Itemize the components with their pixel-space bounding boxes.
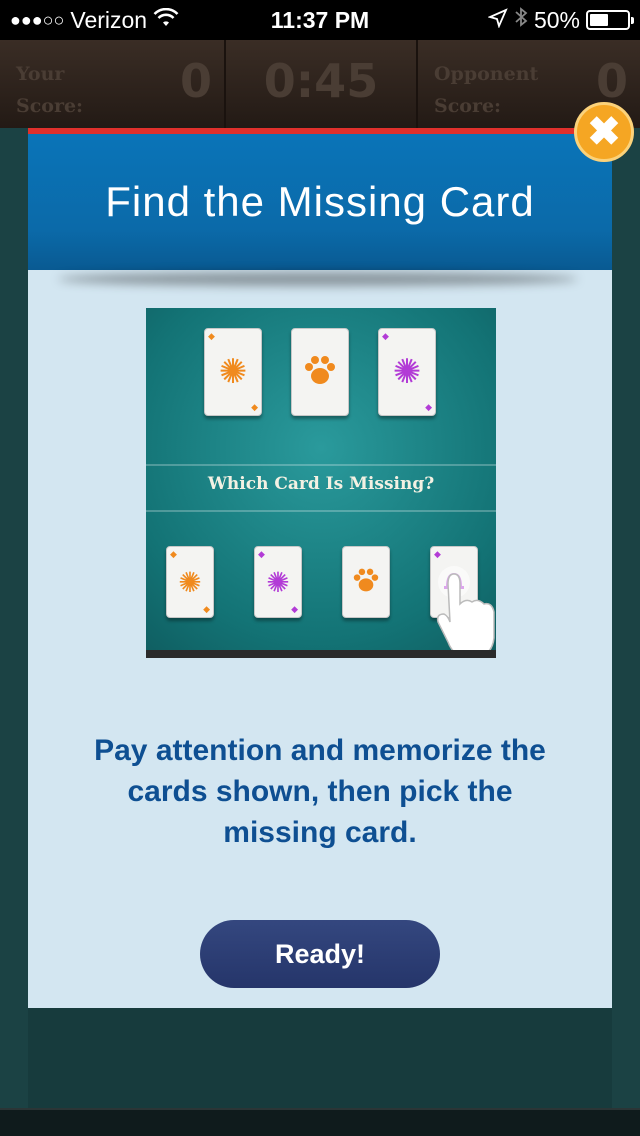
ready-button-label: Ready! [274,938,366,969]
close-icon[interactable]: ✖ [574,102,634,162]
bottom-card-purple-flower: ◆ ◆ ✺ [254,546,302,618]
status-bar: ●●●○○ Verizon 11:37 PM 50% [0,0,640,40]
flower-icon: ✺ [218,353,248,391]
flower-icon: ✺ [178,566,202,598]
opponent-score-value: 0 [595,54,628,108]
illustration-base [146,650,496,658]
bottom-card-orange-paw [342,546,390,618]
countdown-timer: 0:45 [263,54,379,108]
instructions-text: Pay attention and memorize the cards sho… [94,734,546,849]
your-score-panel: Your Score: 0 [0,40,226,128]
bottom-card-orange-flower: ◆ ◆ ✺ [166,546,214,618]
pointing-hand-icon [436,558,496,658]
opponent-score-label-line2: Score: [434,95,502,117]
paw-icon [303,354,337,391]
flower-icon: ✺ [392,353,422,391]
your-score-label-line2: Score: [16,95,84,117]
timer-panel: 0:45 [226,40,418,128]
instructions-modal: Find the Missing Card ◆ ◆ ✺ ◆ ◆ ✺ Which Ca… [28,128,612,1008]
modal-header: Find the Missing Card [28,134,612,270]
illustration-question: Which Card Is Missing? [207,474,435,494]
your-score-value: 0 [179,54,212,108]
scoreboard: Your Score: 0 0:45 Opponent Score: 0 [0,40,640,128]
battery-icon [586,10,634,30]
signal-strength: ●●●○○ [10,9,65,30]
your-score-label: Your Score: [16,58,83,122]
ready-button[interactable]: Ready! [200,920,440,988]
bluetooth-icon [514,6,528,34]
illustration-divider-bottom [146,510,496,512]
opponent-score-label-line1: Opponent [434,63,539,85]
your-score-label-line1: Your [16,63,65,85]
modal-title: Find the Missing Card [105,178,535,225]
location-icon [487,7,508,34]
paw-icon [352,567,380,598]
wifi-icon [153,7,179,34]
top-card-purple-flower: ◆ ◆ ✺ [378,328,436,416]
top-card-orange-flower: ◆ ◆ ✺ [204,328,262,416]
opponent-score-label: Opponent Score: [434,58,538,122]
battery-level [590,14,608,26]
flower-icon: ✺ [266,566,290,598]
top-card-orange-paw [291,328,349,416]
illustration-divider-top [146,464,496,466]
battery-percent: 50% [533,6,580,33]
header-shadow [58,272,578,286]
tutorial-illustration: ◆ ◆ ✺ ◆ ◆ ✺ Which Card Is Missing? ◆ ◆ ✺ ◆ ◆… [146,308,496,658]
carrier-name: Verizon [70,6,148,33]
bottom-bar [0,1108,640,1136]
